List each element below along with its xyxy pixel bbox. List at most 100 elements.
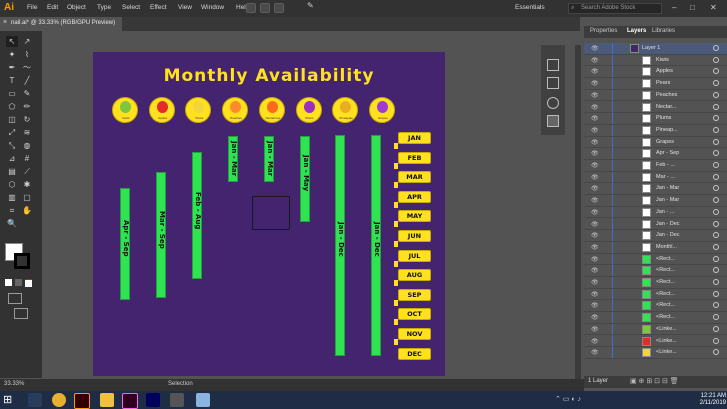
- visibility-eye-icon[interactable]: 👁: [591, 104, 599, 111]
- visibility-eye-icon[interactable]: 👁: [591, 267, 599, 274]
- column-graph-tool-icon[interactable]: ▥: [6, 192, 18, 203]
- lasso-tool-icon[interactable]: ⌇: [21, 49, 33, 60]
- visibility-eye-icon[interactable]: 👁: [591, 279, 599, 286]
- blend-tool-icon[interactable]: ⬡: [6, 179, 18, 190]
- symbol-sprayer-tool-icon[interactable]: ✱: [21, 179, 33, 190]
- visibility-eye-icon[interactable]: 👁: [591, 139, 599, 146]
- layer-row[interactable]: 👁 Peaches: [584, 89, 727, 102]
- magic-wand-tool-icon[interactable]: ✦: [6, 49, 18, 60]
- brush-icon[interactable]: ✎: [307, 1, 317, 11]
- tab-properties[interactable]: Properties: [590, 28, 617, 34]
- hand-tool-icon[interactable]: ✋: [21, 205, 33, 216]
- target-circle-icon[interactable]: [713, 325, 719, 332]
- availability-bar-8[interactable]: Jan - Dec: [371, 135, 381, 356]
- visibility-eye-icon[interactable]: 👁: [591, 314, 599, 321]
- layer-row[interactable]: 👁 Monthl...: [584, 241, 727, 254]
- layer-row[interactable]: 👁 <Rect...: [584, 277, 727, 289]
- target-circle-icon[interactable]: [713, 115, 719, 122]
- layer-row[interactable]: 👁 Grapes: [584, 136, 727, 149]
- target-circle-icon[interactable]: [713, 349, 719, 356]
- target-circle-icon[interactable]: [713, 220, 719, 227]
- visibility-eye-icon[interactable]: 👁: [591, 150, 599, 157]
- slice-tool-icon[interactable]: ⌗: [6, 205, 18, 216]
- screen-mode-icon[interactable]: [14, 308, 28, 319]
- visibility-eye-icon[interactable]: 👁: [591, 115, 599, 122]
- selection-tool-icon[interactable]: ↖: [6, 36, 18, 47]
- pencil-tool-icon[interactable]: ✏: [21, 101, 33, 112]
- paintbrush-tool-icon[interactable]: ✎: [21, 88, 33, 99]
- mesh-tool-icon[interactable]: #: [21, 153, 33, 164]
- target-circle-icon[interactable]: [713, 173, 719, 180]
- target-circle-icon[interactable]: [713, 255, 719, 262]
- visibility-eye-icon[interactable]: 👁: [591, 45, 599, 52]
- windows-start-icon[interactable]: ⊞: [3, 393, 17, 407]
- layer-row[interactable]: 👁 <Rect...: [584, 288, 727, 301]
- target-circle-icon[interactable]: [713, 208, 719, 215]
- availability-bar-5[interactable]: Jan - Mar: [264, 136, 274, 182]
- vertical-scrollbar[interactable]: [575, 45, 581, 385]
- availability-bar-7[interactable]: Jan - Dec: [335, 135, 345, 356]
- visibility-eye-icon[interactable]: 👁: [591, 244, 599, 251]
- visibility-eye-icon[interactable]: 👁: [591, 326, 599, 333]
- layer-row[interactable]: 👁 <Rect...: [584, 312, 727, 324]
- menu-window[interactable]: Window: [201, 4, 224, 11]
- visibility-eye-icon[interactable]: 👁: [591, 338, 599, 345]
- draw-mode-icon[interactable]: [8, 293, 22, 304]
- menu-view[interactable]: View: [178, 4, 192, 11]
- curvature-tool-icon[interactable]: 〜: [21, 62, 33, 73]
- visibility-eye-icon[interactable]: 👁: [591, 80, 599, 87]
- layer-row[interactable]: 👁 Plums: [584, 113, 727, 125]
- target-circle-icon[interactable]: [713, 162, 719, 168]
- file-explorer-icon[interactable]: [100, 393, 114, 407]
- workspace-switcher[interactable]: Essentials: [515, 4, 545, 11]
- target-circle-icon[interactable]: [713, 290, 719, 297]
- shape-builder-tool-icon[interactable]: ◍: [21, 140, 33, 151]
- layer-row[interactable]: 👁 Pears: [584, 78, 727, 90]
- layer-row[interactable]: 👁 Feb - ...: [584, 160, 727, 172]
- panel-footer-buttons[interactable]: ▣ ⊕ ⊞ ⊡ ⊟ 🗑: [630, 377, 679, 385]
- transform-icon[interactable]: [547, 77, 559, 89]
- target-circle-icon[interactable]: [713, 279, 719, 285]
- clock[interactable]: 12:21 AM 2/11/2019: [670, 393, 726, 407]
- layer-row[interactable]: 👁 <Linke...: [584, 347, 727, 359]
- visibility-eye-icon[interactable]: 👁: [591, 197, 599, 204]
- target-circle-icon[interactable]: [713, 232, 719, 239]
- chrome-icon[interactable]: [52, 393, 66, 407]
- layer-row[interactable]: 👁 <Rect...: [584, 253, 727, 266]
- task-view-icon[interactable]: [28, 393, 42, 407]
- layer-row[interactable]: 👁 Kiwis: [584, 54, 727, 67]
- layer-row[interactable]: 👁 Jan - Dec: [584, 230, 727, 242]
- target-circle-icon[interactable]: [713, 302, 719, 309]
- visibility-eye-icon[interactable]: 👁: [591, 256, 599, 263]
- premiere-icon[interactable]: [146, 393, 160, 407]
- type-tool-icon[interactable]: T: [6, 75, 18, 86]
- visibility-eye-icon[interactable]: 👁: [591, 232, 599, 239]
- visibility-eye-icon[interactable]: 👁: [591, 302, 599, 309]
- menu-object[interactable]: Object: [67, 4, 86, 11]
- menu-file[interactable]: File: [27, 4, 37, 11]
- target-circle-icon[interactable]: [713, 267, 719, 274]
- asset-export-icon[interactable]: [547, 115, 559, 127]
- eyedropper-tool-icon[interactable]: ⟋: [21, 166, 33, 177]
- layer-row[interactable]: 👁 Jan - ...: [584, 206, 727, 219]
- layer-row[interactable]: 👁 Mar - ...: [584, 171, 727, 184]
- availability-bar-1[interactable]: Apr - Sep: [120, 188, 130, 300]
- none-mode-button[interactable]: [25, 279, 32, 287]
- stock-icon[interactable]: [260, 3, 270, 13]
- pen-tool-icon[interactable]: ✒: [6, 62, 18, 73]
- appearance-icon[interactable]: [547, 97, 559, 109]
- app-icon[interactable]: [170, 393, 184, 407]
- layer-row[interactable]: 👁 <Rect...: [584, 300, 727, 313]
- maximize-button[interactable]: □: [690, 3, 695, 12]
- visibility-eye-icon[interactable]: 👁: [591, 92, 599, 99]
- perspective-tool-icon[interactable]: ⊿: [6, 153, 18, 164]
- target-circle-icon[interactable]: [713, 150, 719, 157]
- target-circle-icon[interactable]: [713, 45, 719, 51]
- artboard[interactable]: Monthly Availability Kiwis Apples Pears Pea…: [93, 52, 445, 376]
- visibility-eye-icon[interactable]: 👁: [591, 349, 599, 356]
- close-button[interactable]: ✕: [710, 3, 717, 12]
- target-circle-icon[interactable]: [713, 138, 719, 145]
- visibility-eye-icon[interactable]: 👁: [591, 174, 599, 181]
- xd-icon[interactable]: [122, 393, 138, 409]
- menu-type[interactable]: Type: [97, 4, 111, 11]
